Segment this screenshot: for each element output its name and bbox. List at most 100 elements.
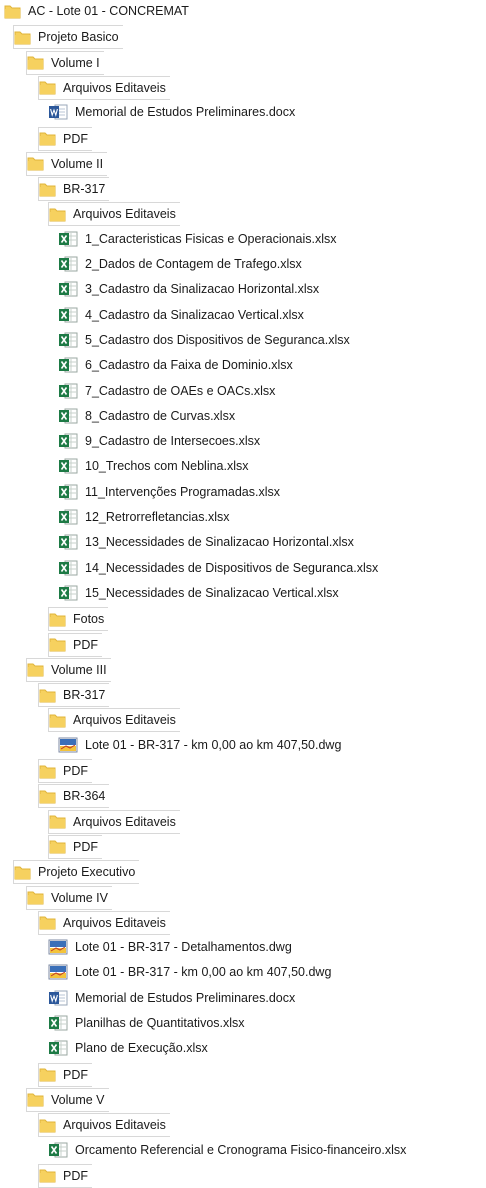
- folder-icon: [49, 839, 66, 854]
- excel-file-icon: [58, 509, 78, 525]
- folder-item[interactable]: AC - Lote 01 - CONCREMAT: [4, 0, 193, 22]
- file-item[interactable]: 2_Dados de Contagem de Trafego.xlsx: [58, 253, 306, 275]
- file-item[interactable]: 6_Cadastro da Faixa de Dominio.xlsx: [58, 354, 297, 376]
- folder-icon: [39, 789, 56, 804]
- item-label: Arquivos Editaveis: [73, 207, 176, 222]
- folder-item[interactable]: Fotos: [48, 607, 109, 632]
- dwg-file-icon: [48, 939, 68, 955]
- file-item[interactable]: Lote 01 - BR-317 - km 0,00 ao km 407,50.…: [58, 734, 345, 756]
- excel-file-icon: [58, 585, 78, 601]
- item-label: Lote 01 - BR-317 - km 0,00 ao km 407,50.…: [75, 965, 332, 980]
- item-label: Projeto Basico: [38, 30, 119, 45]
- folder-item[interactable]: PDF: [48, 834, 102, 859]
- excel-file-icon: [58, 281, 78, 297]
- file-item[interactable]: 5_Cadastro dos Dispositivos de Seguranca…: [58, 329, 354, 351]
- folder-item[interactable]: Volume V: [26, 1087, 109, 1112]
- excel-file-icon: [58, 408, 78, 424]
- folder-item[interactable]: Volume III: [26, 657, 111, 682]
- item-label: 10_Trechos com Neblina.xlsx: [85, 459, 249, 474]
- folder-icon: [39, 80, 56, 95]
- word-file-icon: [48, 104, 68, 120]
- file-item[interactable]: Orcamento Referencial e Cronograma Fisic…: [48, 1139, 410, 1161]
- folder-item[interactable]: Projeto Basico: [13, 25, 123, 50]
- file-item[interactable]: 15_Necessidades de Sinalizacao Vertical.…: [58, 582, 343, 604]
- file-item[interactable]: 12_Retrorrefletancias.xlsx: [58, 506, 234, 528]
- item-label: AC - Lote 01 - CONCREMAT: [28, 4, 189, 18]
- folder-item[interactable]: PDF: [38, 759, 92, 783]
- word-file-icon: [48, 990, 68, 1006]
- file-item[interactable]: 10_Trechos com Neblina.xlsx: [58, 455, 253, 477]
- file-item[interactable]: 8_Cadastro de Curvas.xlsx: [58, 405, 239, 427]
- file-item[interactable]: Lote 01 - BR-317 - km 0,00 ao km 407,50.…: [48, 961, 335, 983]
- file-item[interactable]: Lote 01 - BR-317 - Detalhamentos.dwg: [48, 936, 296, 958]
- file-item[interactable]: Memorial de Estudos Preliminares.docx: [48, 987, 299, 1009]
- file-item[interactable]: Planilhas de Quantitativos.xlsx: [48, 1012, 249, 1034]
- item-label: Volume I: [51, 55, 100, 70]
- folder-item[interactable]: Arquivos Editaveis: [38, 1113, 170, 1138]
- folder-item[interactable]: Arquivos Editaveis: [48, 202, 180, 227]
- folder-item[interactable]: PDF: [38, 126, 92, 151]
- folder-icon: [39, 764, 56, 779]
- item-label: 8_Cadastro de Curvas.xlsx: [85, 408, 236, 423]
- folder-icon: [39, 131, 56, 146]
- folder-icon: [49, 637, 66, 652]
- folder-icon: [39, 182, 56, 197]
- item-label: Lote 01 - BR-317 - Detalhamentos.dwg: [75, 940, 292, 955]
- excel-file-icon: [48, 1040, 68, 1056]
- excel-file-icon: [58, 458, 78, 474]
- folder-item[interactable]: Arquivos Editaveis: [48, 708, 180, 733]
- item-label: Plano de Execução.xlsx: [75, 1041, 208, 1056]
- file-item[interactable]: 14_Necessidades de Dispositivos de Segur…: [58, 557, 382, 579]
- file-item[interactable]: 9_Cadastro de Intersecoes.xlsx: [58, 430, 264, 452]
- dwg-file-icon: [58, 737, 78, 753]
- item-label: Memorial de Estudos Preliminares.docx: [75, 990, 296, 1005]
- folder-icon: [49, 207, 66, 222]
- folder-item[interactable]: Projeto Executivo: [13, 860, 140, 885]
- file-item[interactable]: 4_Cadastro da Sinalizacao Vertical.xlsx: [58, 304, 308, 326]
- item-label: Arquivos Editaveis: [63, 1118, 166, 1133]
- folder-item[interactable]: Volume IV: [26, 885, 112, 910]
- item-label: Orcamento Referencial e Cronograma Fisic…: [75, 1142, 407, 1157]
- item-label: Volume III: [51, 662, 107, 677]
- item-label: 6_Cadastro da Faixa de Dominio.xlsx: [85, 358, 293, 373]
- folder-item[interactable]: Arquivos Editaveis: [38, 910, 170, 935]
- dwg-file-icon: [48, 964, 68, 980]
- folder-icon: [39, 688, 56, 703]
- folder-item[interactable]: PDF: [38, 1163, 92, 1188]
- item-label: PDF: [63, 1168, 88, 1183]
- folder-icon: [27, 1092, 44, 1107]
- item-label: 2_Dados de Contagem de Trafego.xlsx: [85, 257, 302, 271]
- item-label: 9_Cadastro de Intersecoes.xlsx: [85, 434, 261, 449]
- folder-item[interactable]: PDF: [38, 1062, 92, 1087]
- file-item[interactable]: 7_Cadastro de OAEs e OACs.xlsx: [58, 380, 279, 402]
- item-label: PDF: [63, 131, 88, 146]
- folder-icon: [49, 612, 66, 627]
- folder-item[interactable]: PDF: [48, 632, 102, 657]
- folder-item[interactable]: BR-317: [38, 177, 110, 202]
- file-item[interactable]: 1_Caracteristicas Fisicas e Operacionais…: [58, 228, 340, 250]
- item-label: 1_Caracteristicas Fisicas e Operacionais…: [85, 231, 337, 246]
- folder-item[interactable]: Volume I: [26, 50, 104, 75]
- folder-item[interactable]: BR-364: [38, 784, 110, 809]
- folder-icon: [27, 55, 44, 70]
- item-label: Volume V: [51, 1092, 105, 1107]
- item-label: 15_Necessidades de Sinalizacao Vertical.…: [85, 585, 339, 600]
- item-label: 11_Intervenções Programadas.xlsx: [85, 484, 281, 499]
- folder-item[interactable]: BR-317: [38, 683, 110, 708]
- item-label: 5_Cadastro dos Dispositivos de Seguranca…: [85, 332, 350, 347]
- item-label: BR-317: [63, 688, 106, 703]
- item-label: PDF: [63, 1067, 88, 1082]
- folder-icon: [27, 156, 44, 171]
- item-label: Arquivos Editaveis: [73, 713, 176, 728]
- file-item[interactable]: Plano de Execução.xlsx: [48, 1037, 212, 1059]
- folder-icon: [27, 890, 44, 905]
- file-item[interactable]: 11_Intervenções Programadas.xlsx: [58, 481, 284, 503]
- excel-file-icon: [58, 433, 78, 449]
- folder-item[interactable]: Volume II: [26, 151, 108, 176]
- file-item[interactable]: Memorial de Estudos Preliminares.docx: [48, 101, 299, 123]
- file-item[interactable]: 3_Cadastro da Sinalizacao Horizontal.xls…: [58, 278, 323, 300]
- folder-item[interactable]: Arquivos Editaveis: [38, 75, 170, 100]
- folder-item[interactable]: Arquivos Editaveis: [48, 809, 180, 834]
- excel-file-icon: [58, 383, 78, 399]
- file-item[interactable]: 13_Necessidades de Sinalizacao Horizonta…: [58, 531, 358, 553]
